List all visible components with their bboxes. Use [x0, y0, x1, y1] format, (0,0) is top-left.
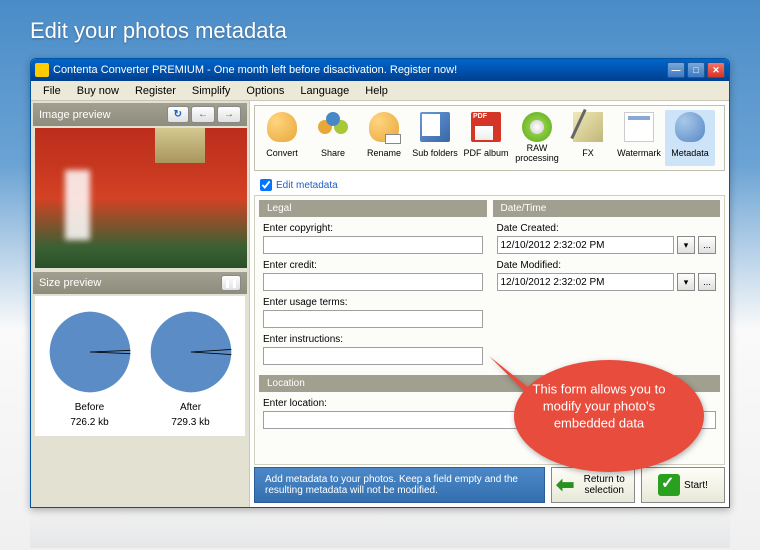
tool-pdfalbum[interactable]: PDF album [461, 110, 511, 166]
rename-icon [369, 112, 399, 142]
menu-help[interactable]: Help [357, 83, 396, 99]
prev-image-button[interactable]: ← [191, 106, 215, 123]
date-created-dropdown[interactable]: ▾ [677, 236, 695, 254]
callout-bubble: This form allows you to modify your phot… [489, 346, 709, 499]
menu-buynow[interactable]: Buy now [69, 83, 127, 99]
after-pie-icon [149, 310, 233, 394]
image-preview-header: Image preview ↻ ← → [33, 103, 247, 126]
date-modified-picker[interactable]: ... [698, 273, 716, 291]
menu-options[interactable]: Options [238, 83, 292, 99]
copyright-input[interactable] [263, 236, 483, 254]
tool-raw[interactable]: RAW processing [512, 110, 562, 166]
titlebar[interactable]: Contenta Converter PREMIUM - One month l… [31, 59, 729, 81]
before-size: Before 726.2 kb [48, 310, 132, 428]
date-modified-dropdown[interactable]: ▾ [677, 273, 695, 291]
tool-subfolders[interactable]: Sub folders [410, 110, 460, 166]
wand-icon [573, 112, 603, 142]
credit-input[interactable] [263, 273, 483, 291]
window-reflection [30, 508, 730, 548]
tool-share[interactable]: Share [308, 110, 358, 166]
tool-metadata[interactable]: Metadata [665, 110, 715, 166]
menu-file[interactable]: File [35, 83, 69, 99]
left-panel: Image preview ↻ ← → Size preview ❚❚ [31, 101, 249, 507]
credit-label: Enter credit: [263, 260, 483, 271]
before-label: Before [48, 402, 132, 413]
size-preview-header: Size preview ❚❚ [33, 272, 247, 294]
date-created-input[interactable] [497, 236, 675, 254]
folder-icon [420, 112, 450, 142]
close-button[interactable]: ✕ [707, 62, 725, 78]
minimize-button[interactable]: — [667, 62, 685, 78]
section-legal: Legal [259, 200, 487, 217]
person-icon [267, 112, 297, 142]
date-created-label: Date Created: [497, 223, 717, 234]
aperture-icon [522, 112, 552, 142]
after-value: 729.3 kb [149, 417, 233, 428]
tool-watermark[interactable]: Watermark [614, 110, 664, 166]
window-title: Contenta Converter PREMIUM - One month l… [53, 64, 667, 76]
before-value: 726.2 kb [48, 417, 132, 428]
menu-simplify[interactable]: Simplify [184, 83, 239, 99]
date-created-picker[interactable]: ... [698, 236, 716, 254]
tool-rename[interactable]: Rename [359, 110, 409, 166]
menu-language[interactable]: Language [292, 83, 357, 99]
app-icon [35, 63, 49, 77]
edit-metadata-label: Edit metadata [276, 180, 338, 191]
rotate-button[interactable]: ↻ [167, 106, 189, 123]
size-preview-title: Size preview [39, 277, 101, 289]
after-size: After 729.3 kb [149, 310, 233, 428]
metadata-icon [675, 112, 705, 142]
menu-register[interactable]: Register [127, 83, 184, 99]
right-panel: Convert Share Rename Sub folders PDF alb… [249, 101, 729, 507]
pause-button[interactable]: ❚❚ [221, 275, 241, 291]
after-label: After [149, 402, 233, 413]
usage-terms-label: Enter usage terms: [263, 297, 483, 308]
section-datetime: Date/Time [493, 200, 721, 217]
page-headline: Edit your photos metadata [0, 0, 760, 56]
before-pie-icon [48, 310, 132, 394]
copyright-label: Enter copyright: [263, 223, 483, 234]
date-modified-label: Date Modified: [497, 260, 717, 271]
pdf-icon [471, 112, 501, 142]
instructions-input[interactable] [263, 347, 483, 365]
app-window: Contenta Converter PREMIUM - One month l… [30, 58, 730, 508]
date-modified-input[interactable] [497, 273, 675, 291]
tool-convert[interactable]: Convert [257, 110, 307, 166]
edit-metadata-checkbox[interactable] [260, 179, 272, 191]
image-preview-title: Image preview [39, 109, 111, 121]
instructions-label: Enter instructions: [263, 334, 483, 345]
image-preview [35, 128, 247, 268]
usage-terms-input[interactable] [263, 310, 483, 328]
toolbar: Convert Share Rename Sub folders PDF alb… [254, 105, 725, 171]
tool-fx[interactable]: FX [563, 110, 613, 166]
watermark-icon [624, 112, 654, 142]
people-icon [318, 112, 348, 142]
callout-text: This form allows you to modify your phot… [519, 382, 679, 433]
menubar: File Buy now Register Simplify Options L… [31, 81, 729, 101]
next-image-button[interactable]: → [217, 106, 241, 123]
maximize-button[interactable]: □ [687, 62, 705, 78]
